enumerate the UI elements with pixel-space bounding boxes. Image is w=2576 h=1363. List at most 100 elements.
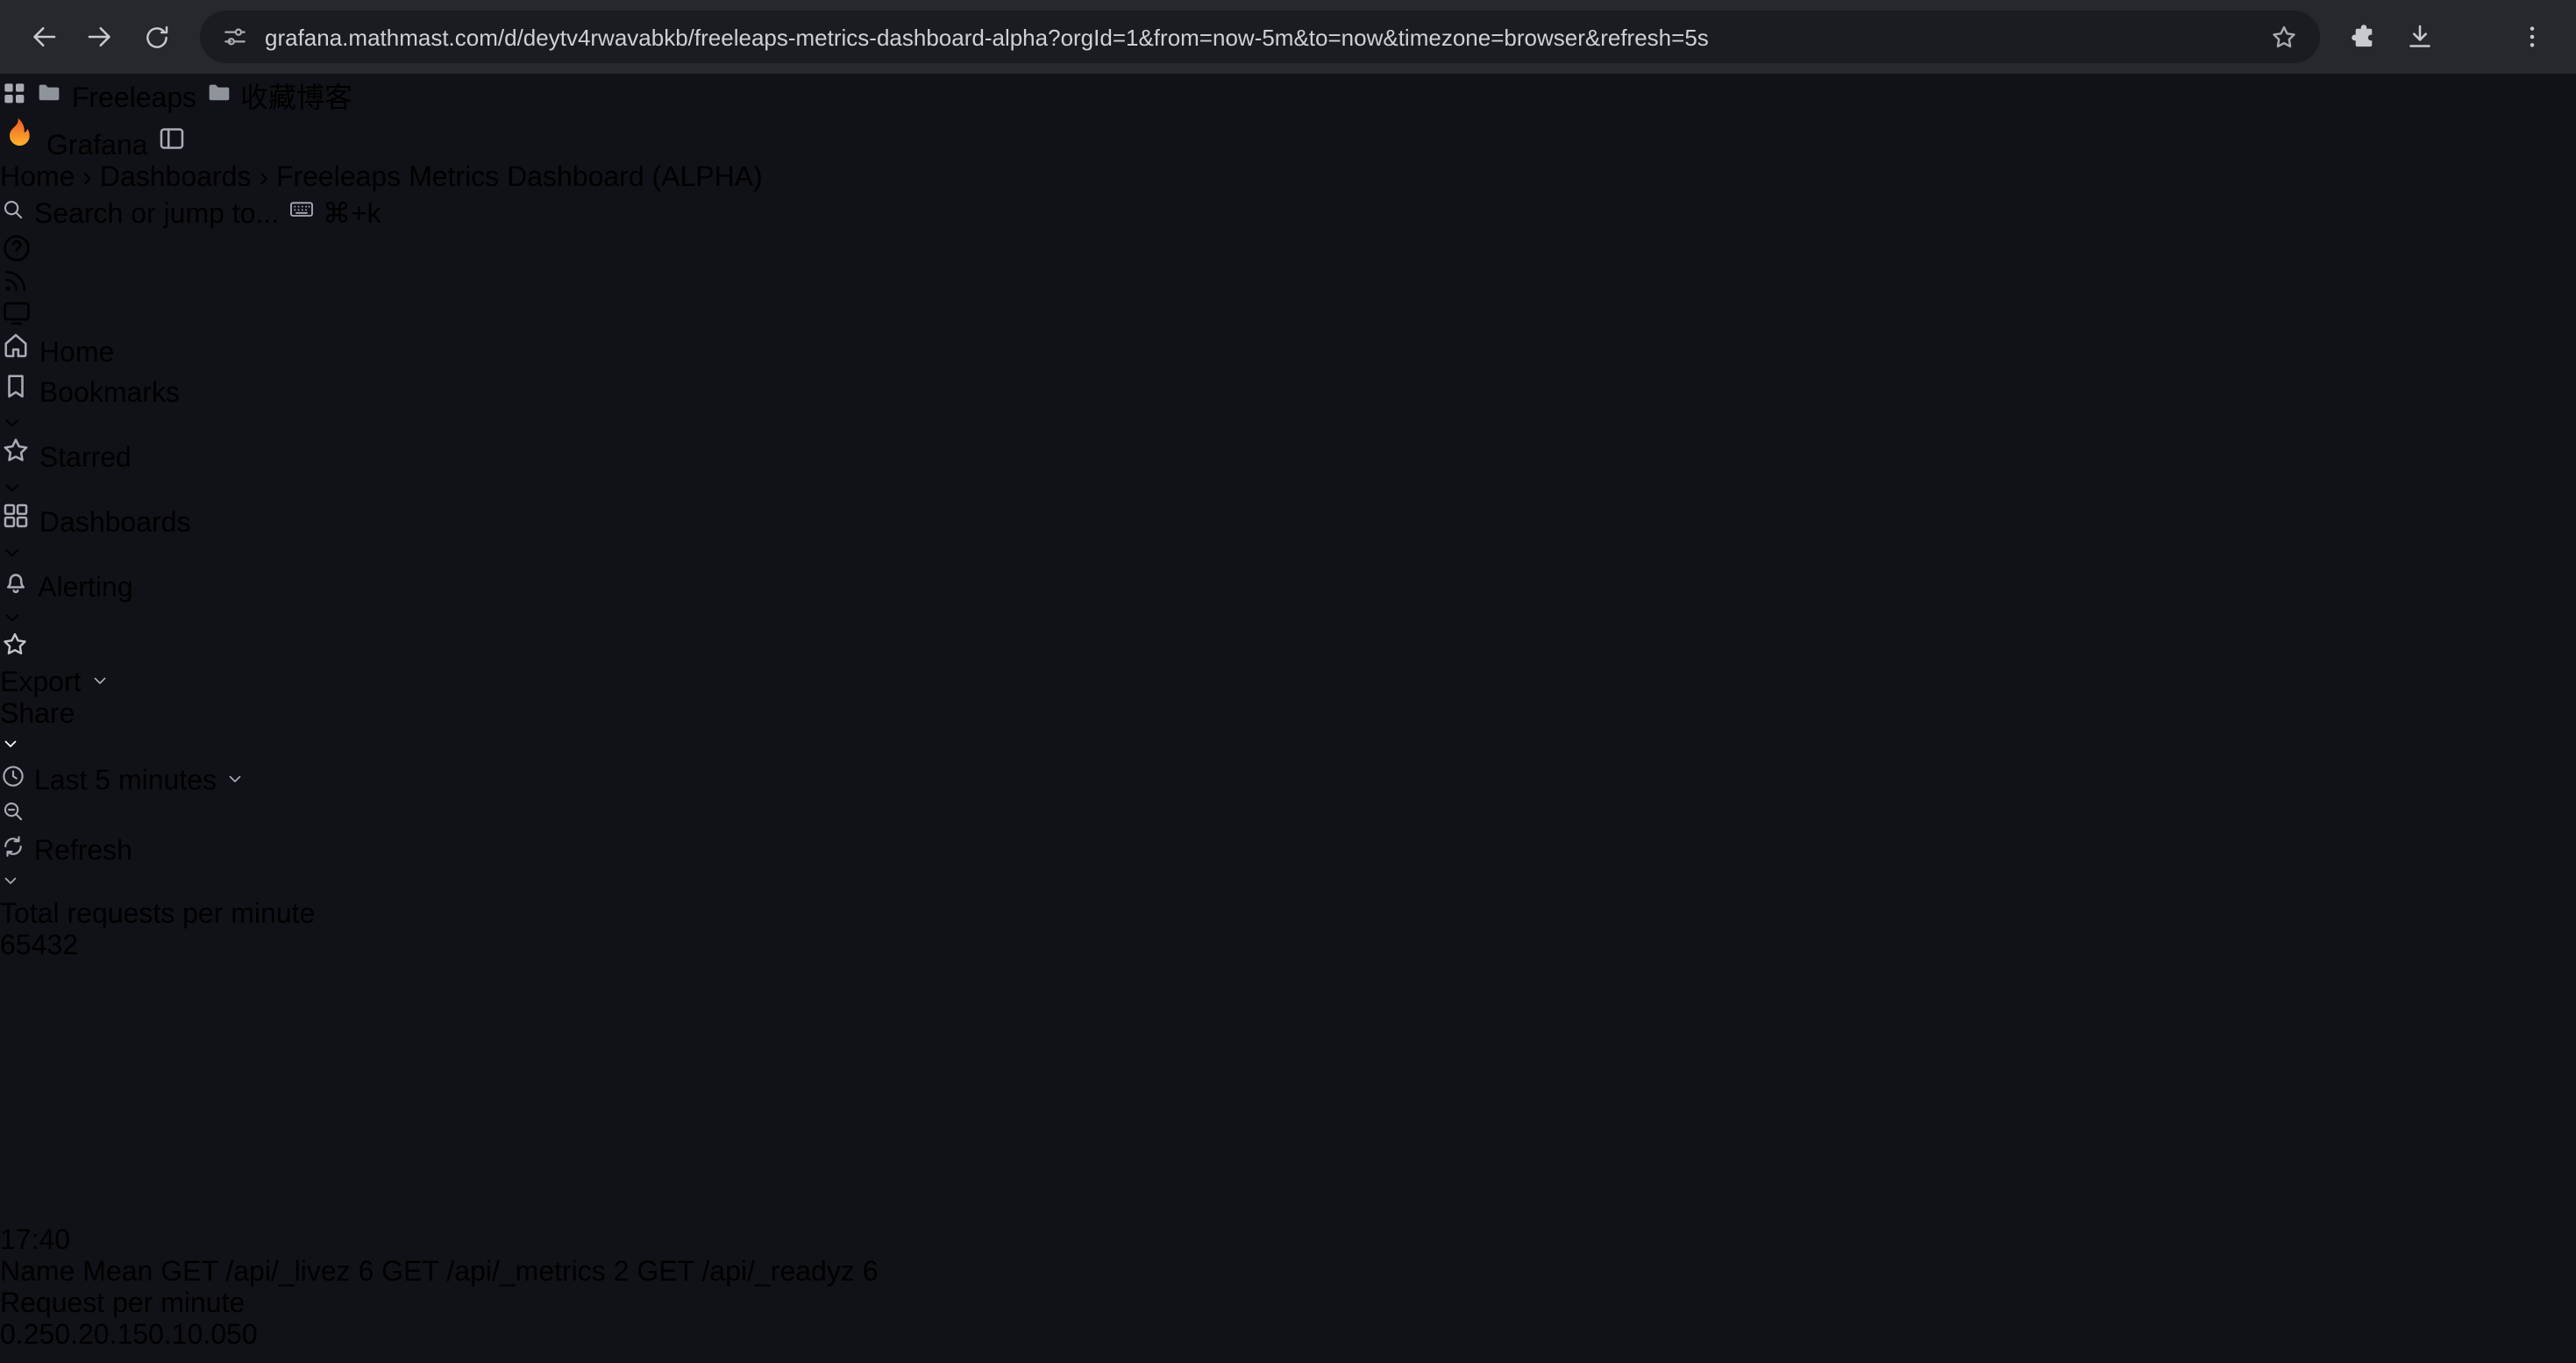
bookmark-star-icon[interactable] — [2269, 22, 2299, 52]
grafana-header: Grafana Home › Dashboards › Freeleaps Me… — [0, 116, 2576, 330]
refresh-button[interactable]: Refresh — [0, 833, 2576, 868]
grafana-body: Home Bookmarks Starred Dashboards Alerti… — [0, 330, 2576, 1363]
legend-table: Name Mean GET /api/_livez 6 GET /api/_me… — [0, 1258, 2576, 1289]
refresh-icon — [0, 833, 26, 860]
puzzle-icon — [2348, 21, 2380, 53]
forward-arrow-icon — [84, 21, 116, 53]
caret-down-icon — [0, 733, 21, 754]
dashboard-toolbar: Export Share — [0, 630, 2576, 763]
search-shortcut-keys: ⌘+k — [323, 200, 381, 230]
refresh-interval-caret[interactable] — [0, 868, 2576, 900]
breadcrumb-dashboards[interactable]: Dashboards — [100, 163, 252, 193]
browser-menu-button[interactable] — [2506, 11, 2558, 63]
reload-button[interactable] — [130, 11, 182, 63]
chevron-down-icon[interactable] — [0, 540, 2576, 565]
panel-title[interactable]: Total requests per minute — [0, 900, 2576, 931]
browser-profile-button[interactable] — [2450, 11, 2502, 63]
url-text[interactable]: grafana.mathmast.com/d/deytv4rwavabkb/fr… — [265, 24, 2253, 50]
sidebar: Home Bookmarks Starred Dashboards Alerti… — [0, 330, 2576, 630]
legend-header-mean[interactable]: Mean — [82, 1258, 153, 1288]
breadcrumb-current[interactable]: Freeleaps Metrics Dashboard (ALPHA) — [276, 163, 763, 193]
grafana-brand: Grafana — [0, 116, 2576, 163]
refresh-group: Refresh — [0, 833, 2576, 900]
panel-title[interactable]: Request per minute — [0, 1289, 2576, 1321]
legend-value: 6 — [863, 1258, 879, 1288]
breadcrumb: Home › Dashboards › Freeleaps Metrics Da… — [0, 163, 2576, 195]
extensions-button[interactable] — [2338, 11, 2390, 63]
dashboard-main: Export Share Last 5 minutes — [0, 630, 2576, 1363]
panel-total-requests: Total requests per minute 65432 17:40 — [0, 900, 2576, 1289]
breadcrumb-separator: › — [82, 163, 92, 193]
bar-chart-plot[interactable] — [0, 1352, 2576, 1363]
forward-button[interactable] — [74, 11, 126, 63]
share-caret-button[interactable] — [0, 731, 2576, 763]
time-range-button[interactable]: Last 5 minutes — [0, 763, 2576, 798]
sidebar-toggle-button[interactable] — [155, 123, 187, 154]
apps-grid-icon[interactable] — [0, 79, 28, 107]
export-button[interactable]: Export — [0, 668, 2576, 700]
grafana-logo-icon[interactable] — [0, 116, 39, 154]
chevron-down-icon[interactable] — [0, 475, 2576, 500]
chevron-down-icon[interactable] — [0, 605, 2576, 630]
dashboard-canvas: Total requests per minute 65432 17:40 — [0, 900, 2576, 1363]
folder-icon — [204, 79, 232, 107]
sidebar-item-alerting[interactable]: Alerting — [0, 565, 2576, 630]
refresh-label: Refresh — [34, 837, 132, 867]
brand-name: Grafana — [46, 132, 148, 161]
favorite-star-button[interactable] — [0, 630, 30, 660]
search-icon — [0, 196, 26, 223]
news-rss-button[interactable] — [0, 265, 2576, 296]
help-button[interactable] — [0, 232, 2576, 265]
y-axis: 65432 — [0, 931, 2576, 963]
breadcrumb-home[interactable]: Home — [0, 163, 75, 193]
bookmark-item-freeleaps[interactable]: Freeleaps — [36, 84, 204, 114]
reload-icon — [141, 22, 171, 52]
search-input[interactable]: Search or jump to... ⌘+k — [0, 195, 2576, 232]
sidebar-item-dashboards[interactable]: Dashboards — [0, 500, 2576, 565]
legend-value: 2 — [614, 1258, 630, 1288]
time-range-group: Last 5 minutes — [0, 763, 2576, 833]
legend-value: 6 — [359, 1258, 374, 1288]
sidebar-label: Bookmarks — [39, 379, 180, 409]
export-label: Export — [0, 668, 82, 698]
sidebar-item-starred[interactable]: Starred — [0, 435, 2576, 500]
chevron-down-icon[interactable] — [0, 410, 2576, 435]
download-icon — [2404, 21, 2436, 53]
share-split-button: Share — [0, 700, 2576, 763]
legend-header-name[interactable]: Name — [0, 1258, 75, 1288]
screen: grafana.mathmast.com/d/deytv4rwavabkb/fr… — [0, 0, 2576, 1363]
site-settings-icon[interactable] — [221, 23, 249, 51]
share-label: Share — [0, 700, 75, 730]
sidebar-item-home[interactable]: Home — [0, 330, 2576, 370]
sidebar-item-bookmarks[interactable]: Bookmarks — [0, 370, 2576, 435]
legend-series-name[interactable]: GET /api/_metrics — [381, 1258, 606, 1288]
browser-profile-avatar — [2455, 16, 2497, 58]
downloads-button[interactable] — [2394, 11, 2446, 63]
search-placeholder: Search or jump to... — [34, 200, 279, 230]
legend-series-name[interactable]: GET /api/_livez — [160, 1258, 350, 1288]
sidebar-label: Starred — [39, 444, 132, 474]
dashboards-grid-icon — [0, 500, 32, 532]
legend-series-name[interactable]: GET /api/_readyz — [637, 1258, 854, 1288]
sidebar-label: Dashboards — [39, 509, 191, 539]
caret-down-icon — [89, 670, 110, 691]
bell-icon — [0, 565, 32, 596]
monitor-button[interactable] — [0, 296, 2576, 330]
sidebar-label: Alerting — [38, 574, 133, 603]
browser-toolbar: grafana.mathmast.com/d/deytv4rwavabkb/fr… — [0, 0, 2576, 74]
zoom-out-button[interactable] — [0, 798, 2576, 833]
share-button[interactable]: Share — [0, 700, 2576, 731]
search-shortcut: ⌘+k — [287, 200, 381, 230]
sidebar-label: Home — [39, 339, 114, 368]
back-arrow-icon — [28, 21, 60, 53]
bookmark-item-blogs[interactable]: 收藏博客 — [204, 84, 352, 114]
x-axis: 17:40 — [0, 1226, 2576, 1258]
clock-icon — [0, 763, 26, 789]
zoom-out-icon — [0, 798, 26, 824]
url-bar[interactable]: grafana.mathmast.com/d/deytv4rwavabkb/fr… — [200, 11, 2320, 63]
time-series-plot[interactable] — [0, 963, 2576, 1226]
panel-request-per-minute: Request per minute 0.250.20.150.10.050 1… — [0, 1289, 2576, 1363]
back-button[interactable] — [18, 11, 70, 63]
kebab-menu-icon — [2518, 23, 2546, 51]
time-controls: Last 5 minutes Refresh — [0, 763, 2576, 900]
